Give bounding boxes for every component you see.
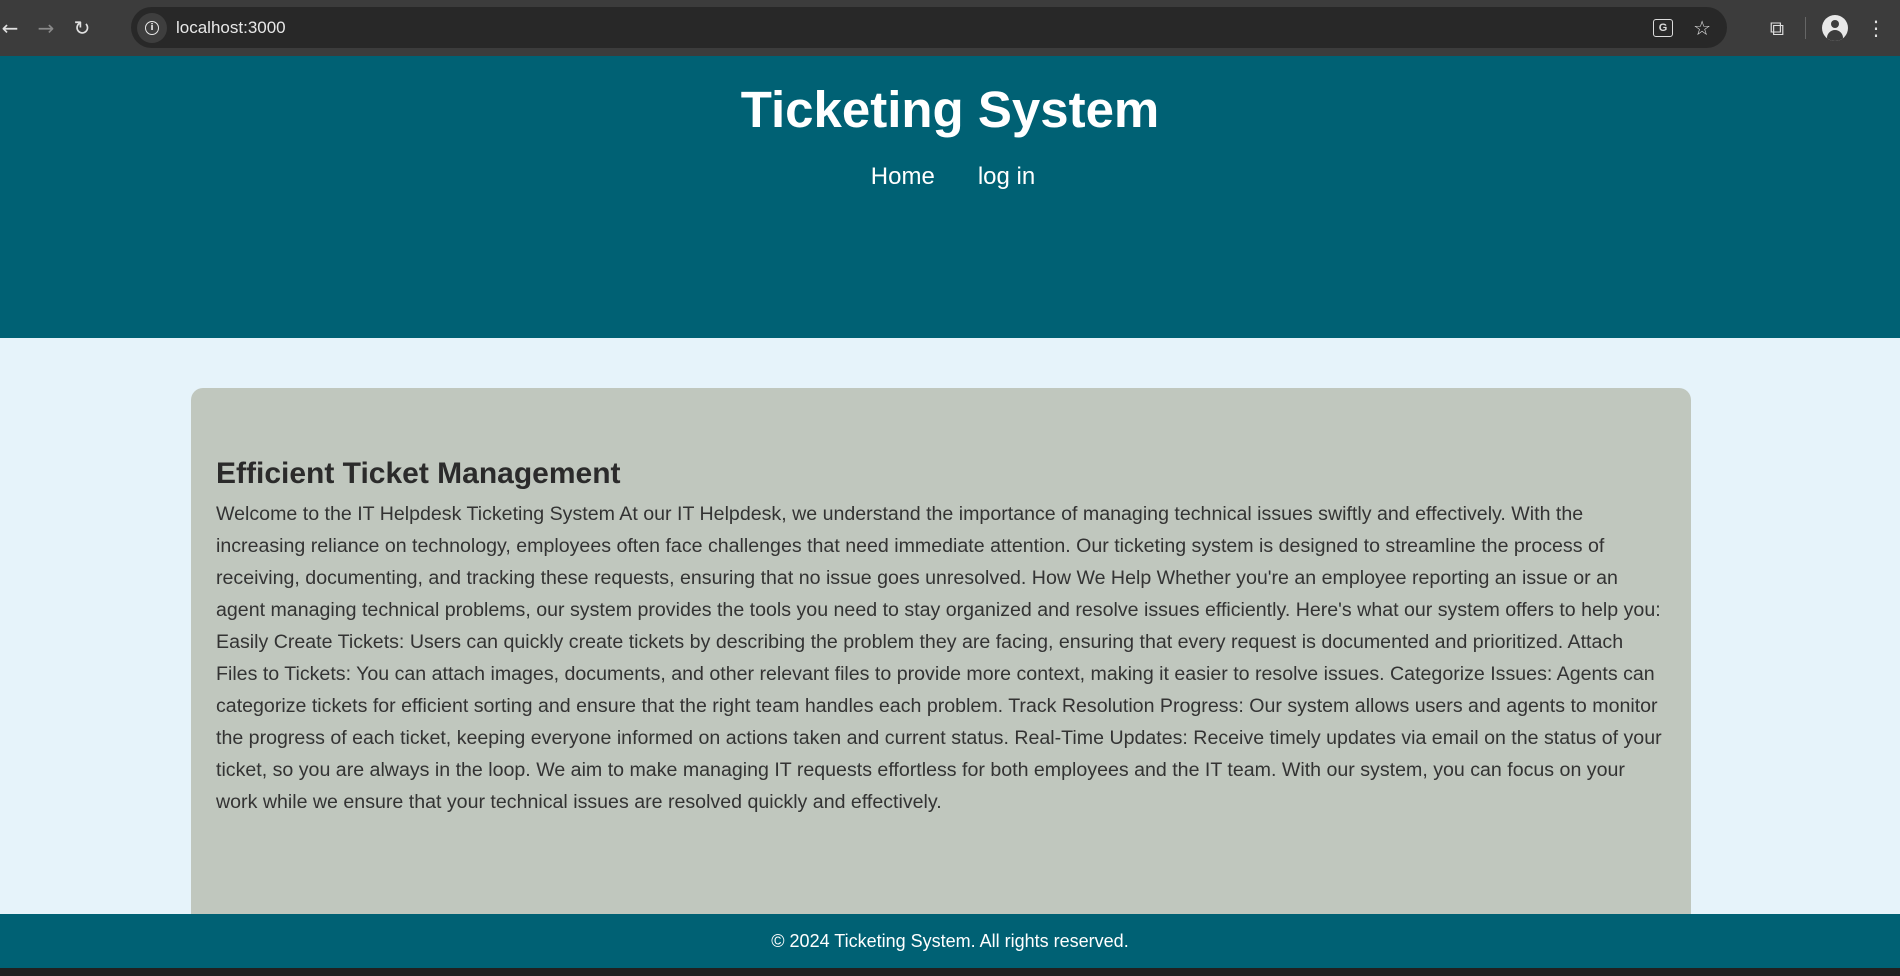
forward-icon[interactable]: → [28, 10, 64, 46]
main-nav: Home log in [0, 163, 1900, 191]
bookmark-star-icon[interactable]: ☆ [1693, 16, 1711, 40]
nav-login-link[interactable]: log in [978, 163, 1035, 191]
site-footer: © 2024 Ticketing System. All rights rese… [0, 914, 1900, 968]
back-icon[interactable]: ← [0, 10, 28, 46]
nav-home-link[interactable]: Home [871, 163, 935, 191]
extensions-icon[interactable]: ⧉ [1759, 16, 1795, 40]
content-body: Welcome to the IT Helpdesk Ticketing Sys… [216, 503, 1662, 813]
site-title: Ticketing System [740, 81, 1160, 138]
footer-copyright: © 2024 Ticketing System. All rights rese… [771, 930, 1129, 951]
profile-icon[interactable] [1822, 15, 1848, 41]
toolbar-divider [1805, 17, 1806, 39]
url-text[interactable]: localhost:3000 [176, 18, 286, 38]
menu-icon[interactable]: ⋮ [1866, 16, 1886, 40]
site-header: Ticketing System Home log in [0, 56, 1900, 338]
reload-icon[interactable]: ↻ [64, 10, 100, 46]
content-heading: Efficient Ticket Management [216, 457, 621, 490]
taskbar-strip [0, 968, 1900, 976]
address-bar[interactable]: i localhost:3000 G ☆ [131, 7, 1727, 48]
browser-toolbar: ← → ↻ i localhost:3000 G ☆ ⧉ ⋮ [0, 0, 1900, 56]
content-card: Efficient Ticket Management Welcome to t… [191, 388, 1691, 976]
translate-icon[interactable]: G [1653, 18, 1674, 37]
site-info-icon[interactable]: i [137, 12, 167, 43]
